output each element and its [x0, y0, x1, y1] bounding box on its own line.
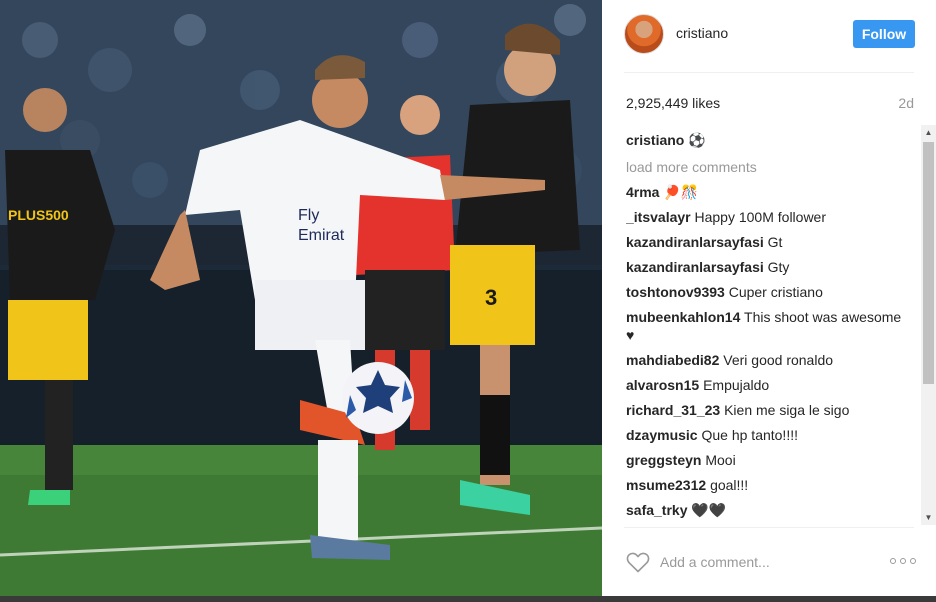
comment-user[interactable]: alvarosn15 [626, 377, 699, 393]
comment-item: mubeenkahlon14 This shoot was awesome ♥ [626, 308, 922, 344]
comment-text: 🖤🖤 [691, 502, 727, 518]
more-dot [890, 558, 896, 564]
comment-user[interactable]: richard_31_23 [626, 402, 720, 418]
svg-text:Fly: Fly [298, 207, 319, 224]
comment-text: Happy 100M follower [694, 209, 827, 225]
comment-item: richard_31_23 Kien me siga le sigo [626, 401, 922, 419]
add-comment-input[interactable] [660, 551, 870, 573]
comment-user[interactable]: kazandiranlarsayfasi [626, 234, 764, 250]
load-more-comments-link[interactable]: load more comments [626, 158, 922, 176]
comment-item: alvarosn15 Empujaldo [626, 376, 922, 394]
more-options-icon[interactable] [890, 556, 916, 566]
comment-item: mahdiabedi82 Veri good ronaldo [626, 351, 922, 369]
comment-text: 🏓🎊 [663, 184, 699, 200]
add-comment-row [626, 548, 916, 576]
comment-item: msume2312 goal!!! [626, 476, 922, 494]
comment-user[interactable]: greggsteyn [626, 452, 701, 468]
post-header: cristiano Follow [624, 14, 916, 54]
comment-item: toshtonov9393 Cuper cristiano [626, 283, 922, 301]
caption-user[interactable]: cristiano [626, 132, 684, 148]
comment-user[interactable]: dzaymusic [626, 427, 698, 443]
caption: cristiano ⚽ [626, 131, 922, 149]
comments-list[interactable]: cristiano ⚽ load more comments 4rma 🏓🎊 _… [626, 131, 922, 525]
comment-user[interactable]: msume2312 [626, 477, 706, 493]
comment-user[interactable]: kazandiranlarsayfasi [626, 259, 764, 275]
comment-user[interactable]: toshtonov9393 [626, 284, 725, 300]
heart-outline-icon[interactable] [626, 551, 650, 573]
scroll-thumb[interactable] [923, 142, 934, 384]
comment-text: Empujaldo [703, 377, 770, 393]
svg-text:PLUS500: PLUS500 [8, 207, 69, 223]
comment-text: Que hp tanto!!!! [701, 427, 798, 443]
scroll-up-arrow-icon[interactable]: ▲ [921, 125, 936, 140]
scroll-down-arrow-icon[interactable]: ▼ [921, 510, 936, 525]
comment-text: Cuper cristiano [728, 284, 823, 300]
svg-text:3: 3 [485, 285, 497, 310]
follow-button[interactable]: Follow [853, 20, 915, 48]
comment-user[interactable]: _itsvalayr [626, 209, 691, 225]
comment-item: greggsteyn Mooi [626, 451, 922, 469]
more-dot [900, 558, 906, 564]
avatar[interactable] [624, 14, 664, 54]
comment-text: Gty [767, 259, 790, 275]
comment-user[interactable]: mubeenkahlon14 [626, 309, 740, 325]
post-photo[interactable]: PLUS500 3 Fly Emirat [0, 0, 602, 596]
comment-text: Veri good ronaldo [723, 352, 834, 368]
comment-text: goal!!! [710, 477, 749, 493]
comment-item: safa_trky 🖤🖤 [626, 501, 922, 519]
post-time[interactable]: 2d [898, 95, 914, 111]
comment-item: dzaymusic Que hp tanto!!!! [626, 426, 922, 444]
likes-count[interactable]: 2,925,449 likes [626, 95, 720, 111]
comment-text: Kien me siga le sigo [724, 402, 850, 418]
actions-divider [624, 527, 914, 528]
comment-user[interactable]: safa_trky [626, 502, 688, 518]
comment-item: 4rma 🏓🎊 [626, 183, 922, 201]
comment-item: _itsvalayr Happy 100M follower [626, 208, 922, 226]
comments-scrollbar[interactable]: ▲ ▼ [921, 125, 936, 525]
comment-item: kazandiranlarsayfasi Gt [626, 233, 922, 251]
more-dot [910, 558, 916, 564]
header-divider [624, 72, 914, 73]
post-panel: cristiano Follow 2,925,449 likes 2d cris… [602, 0, 936, 596]
comment-user[interactable]: 4rma [626, 184, 659, 200]
comment-item: kazandiranlarsayfasi Gty [626, 258, 922, 276]
caption-text: ⚽ [688, 132, 706, 148]
comment-user[interactable]: mahdiabedi82 [626, 352, 719, 368]
comment-text: Gt [767, 234, 783, 250]
comment-text: Mooi [705, 452, 736, 468]
football-photo-image: PLUS500 3 Fly Emirat [0, 0, 602, 596]
svg-text:Emirat: Emirat [298, 227, 345, 244]
post-username[interactable]: cristiano [676, 25, 728, 41]
bottom-strip [0, 596, 936, 602]
